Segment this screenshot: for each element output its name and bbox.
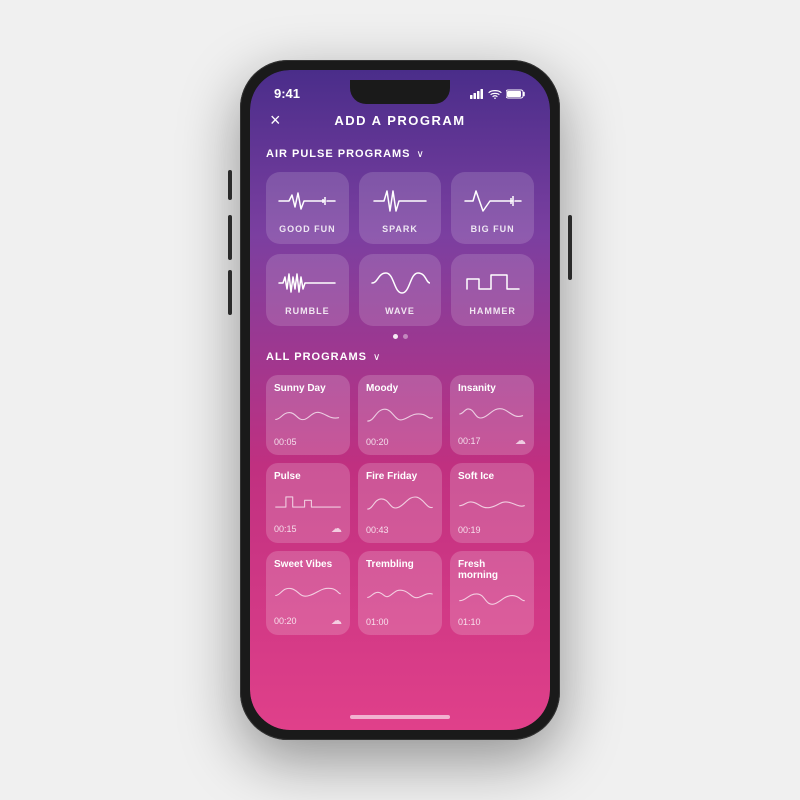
insanity-wave — [458, 398, 526, 430]
air-pulse-header[interactable]: AIR PULSE PROGRAMS ∨ — [266, 148, 534, 160]
program-card-soft-ice[interactable]: Soft Ice 00:19 — [450, 463, 534, 543]
close-button[interactable]: × — [270, 110, 281, 131]
program-card-fire-friday[interactable]: Fire Friday 00:43 — [358, 463, 442, 543]
insanity-name: Insanity — [458, 383, 526, 394]
btn-left-3 — [228, 270, 232, 315]
fire-friday-time: 00:43 — [366, 525, 389, 535]
wave-label: WAVE — [385, 306, 415, 316]
all-programs-header[interactable]: ALL PROGRAMS ∨ — [266, 351, 534, 363]
all-programs-section: ALL PROGRAMS ∨ Sunny Day — [266, 351, 534, 635]
pulse-time: 00:15 — [274, 524, 297, 534]
wave-icon — [370, 268, 430, 298]
good-fun-label: GOOD FUN — [279, 224, 336, 234]
program-card-sweet-vibes[interactable]: Sweet Vibes 00:20 ☁ — [266, 551, 350, 635]
notch — [350, 80, 450, 104]
program-card-insanity[interactable]: Insanity 00:17 ☁ — [450, 375, 534, 455]
program-card-pulse[interactable]: Pulse 00:15 ☁ — [266, 463, 350, 543]
sunny-day-wave — [274, 398, 342, 433]
phone-outer: 9:41 — [240, 60, 560, 740]
btn-right — [568, 215, 572, 280]
moody-name: Moody — [366, 383, 434, 394]
pulse-cloud-icon: ☁ — [331, 522, 342, 535]
btn-left-2 — [228, 215, 232, 260]
trembling-name: Trembling — [366, 559, 434, 570]
fire-friday-name: Fire Friday — [366, 471, 434, 482]
rumble-label: RUMBLE — [285, 306, 330, 316]
status-icons — [470, 89, 526, 99]
insanity-cloud-icon: ☁ — [515, 434, 526, 447]
rumble-icon — [277, 268, 337, 298]
program-card-trembling[interactable]: Trembling 01:00 — [358, 551, 442, 635]
phone-screen: 9:41 — [250, 70, 550, 730]
insanity-time: 00:17 — [458, 436, 481, 446]
air-pulse-grid: GOOD FUN SPARK — [266, 172, 534, 326]
moody-wave — [366, 398, 434, 433]
pulse-card-big-fun[interactable]: BIG FUN — [451, 172, 534, 244]
sweet-vibes-name: Sweet Vibes — [274, 559, 342, 570]
big-fun-label: BIG FUN — [471, 224, 515, 234]
status-time: 9:41 — [274, 86, 300, 101]
fresh-morning-wave — [458, 585, 526, 613]
page-dots — [266, 334, 534, 339]
sweet-vibes-footer: 00:20 ☁ — [274, 614, 342, 627]
all-programs-chevron: ∨ — [373, 352, 380, 363]
big-fun-icon — [463, 186, 523, 216]
sweet-vibes-wave — [274, 574, 342, 610]
page-title: ADD A PROGRAM — [334, 113, 465, 128]
trembling-footer: 01:00 — [366, 617, 434, 627]
soft-ice-wave — [458, 486, 526, 521]
sweet-vibes-time: 00:20 — [274, 616, 297, 626]
sweet-vibes-cloud-icon: ☁ — [331, 614, 342, 627]
soft-ice-footer: 00:19 — [458, 525, 526, 535]
btn-left-1 — [228, 170, 232, 200]
fire-friday-footer: 00:43 — [366, 525, 434, 535]
pulse-card-good-fun[interactable]: GOOD FUN — [266, 172, 349, 244]
program-card-sunny-day[interactable]: Sunny Day 00:05 — [266, 375, 350, 455]
moody-time: 00:20 — [366, 437, 389, 447]
pulse-card-spark[interactable]: SPARK — [359, 172, 442, 244]
soft-ice-time: 00:19 — [458, 525, 481, 535]
good-fun-icon — [277, 186, 337, 216]
spark-label: SPARK — [382, 224, 418, 234]
wifi-icon — [488, 89, 502, 99]
sunny-day-time: 00:05 — [274, 437, 297, 447]
programs-grid: Sunny Day 00:05 M — [266, 375, 534, 635]
air-pulse-title: AIR PULSE PROGRAMS — [266, 148, 411, 160]
home-bar — [350, 715, 450, 719]
battery-icon — [506, 89, 526, 99]
trembling-wave — [366, 574, 434, 613]
hammer-label: HAMMER — [469, 306, 516, 316]
phone-inner: 9:41 — [250, 70, 550, 730]
fire-friday-wave — [366, 486, 434, 521]
air-pulse-chevron: ∨ — [417, 149, 424, 160]
signal-icon — [470, 89, 484, 99]
fresh-morning-time: 01:10 — [458, 617, 481, 627]
moody-footer: 00:20 — [366, 437, 434, 447]
content-scroll[interactable]: AIR PULSE PROGRAMS ∨ — [250, 140, 550, 710]
dot-2 — [403, 334, 408, 339]
soft-ice-name: Soft Ice — [458, 471, 526, 482]
hammer-icon — [463, 268, 523, 298]
sunny-day-name: Sunny Day — [274, 383, 342, 394]
pulse-name: Pulse — [274, 471, 342, 482]
fresh-morning-footer: 01:10 — [458, 617, 526, 627]
header: × ADD A PROGRAM — [250, 105, 550, 140]
spark-icon — [370, 186, 430, 216]
dot-1 — [393, 334, 398, 339]
sunny-day-footer: 00:05 — [274, 437, 342, 447]
program-card-fresh-morning[interactable]: Fresh morning 01:10 — [450, 551, 534, 635]
insanity-footer: 00:17 ☁ — [458, 434, 526, 447]
trembling-time: 01:00 — [366, 617, 389, 627]
pulse-footer: 00:15 ☁ — [274, 522, 342, 535]
pulse-card-rumble[interactable]: RUMBLE — [266, 254, 349, 326]
program-card-moody[interactable]: Moody 00:20 — [358, 375, 442, 455]
pulse-wave — [274, 486, 342, 518]
air-pulse-section: AIR PULSE PROGRAMS ∨ — [266, 148, 534, 339]
pulse-card-hammer[interactable]: HAMMER — [451, 254, 534, 326]
pulse-card-wave[interactable]: WAVE — [359, 254, 442, 326]
all-programs-title: ALL PROGRAMS — [266, 351, 367, 363]
home-indicator — [250, 710, 550, 730]
fresh-morning-name: Fresh morning — [458, 559, 526, 581]
